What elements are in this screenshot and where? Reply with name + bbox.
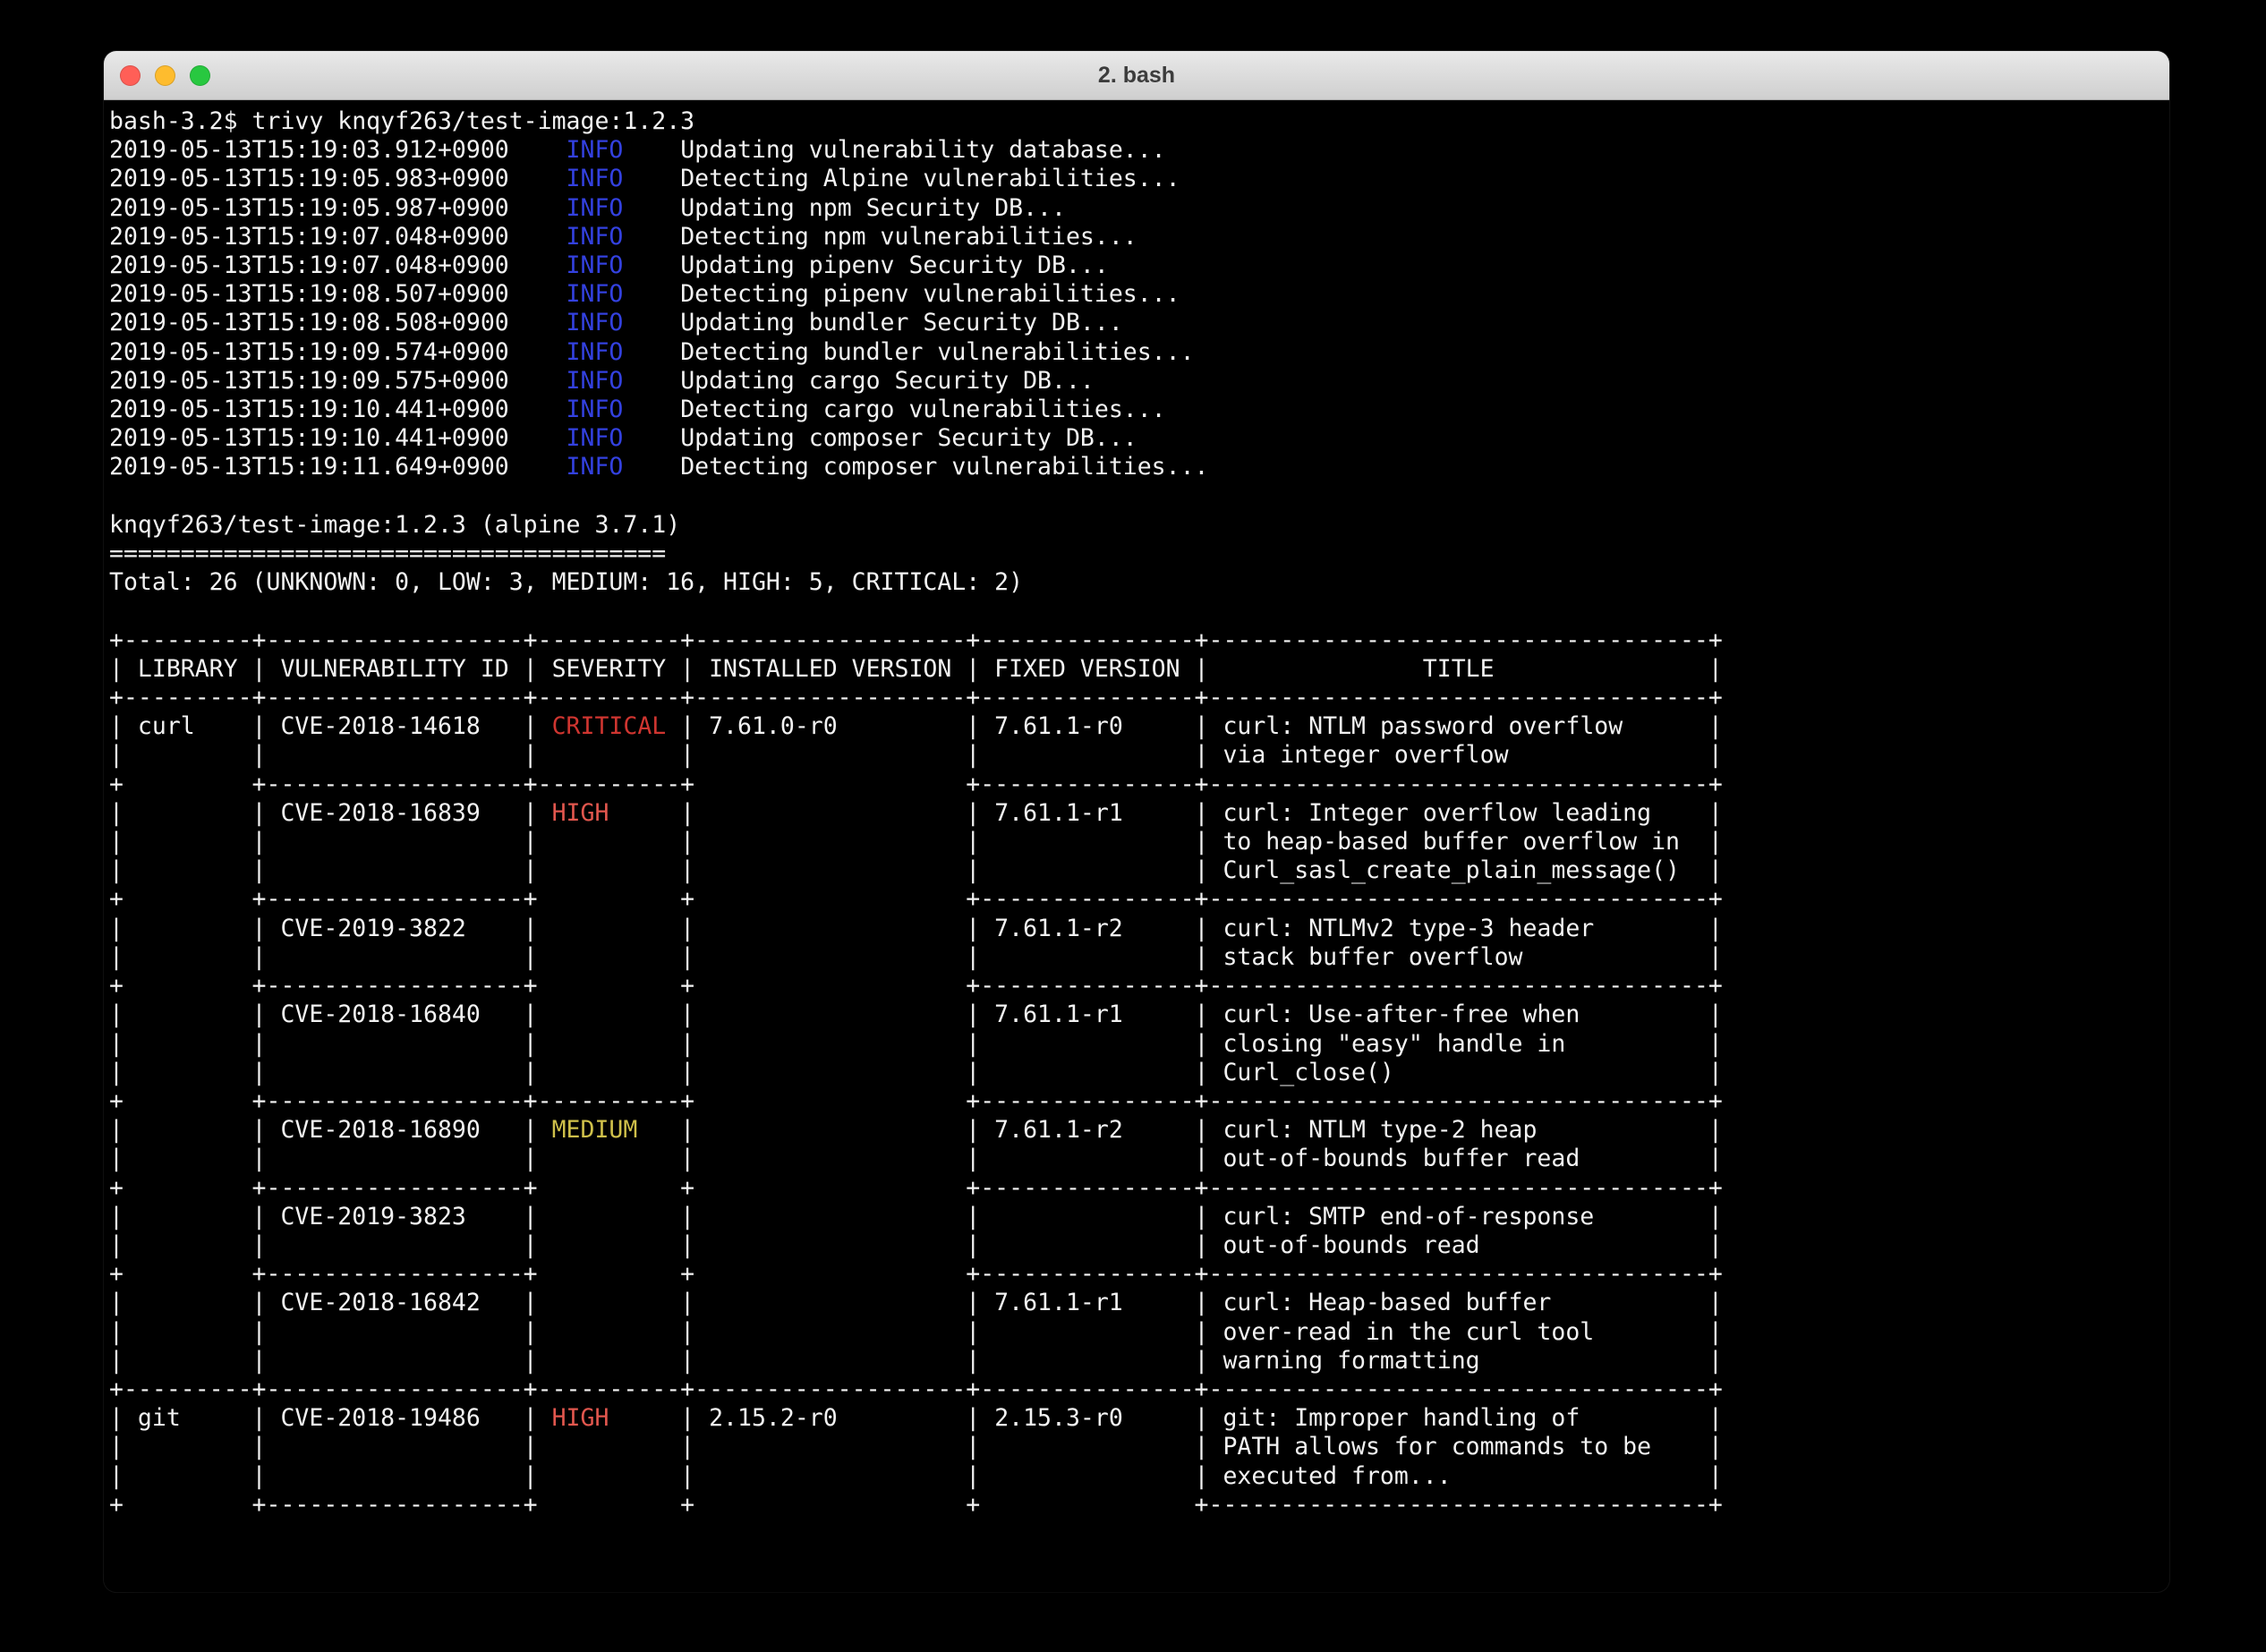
terminal-line: 2019-05-13T15:19:10.441+0900 INFO Updati…	[109, 424, 2164, 453]
terminal-line: 2019-05-13T15:19:07.048+0900 INFO Updati…	[109, 251, 2164, 280]
terminal-line: | | CVE-2019-3823 | | | | curl: SMTP end…	[109, 1203, 2164, 1231]
terminal-line: | | | | | | executed from... |	[109, 1462, 2164, 1491]
terminal-line: 2019-05-13T15:19:09.575+0900 INFO Updati…	[109, 367, 2164, 396]
minimize-button[interactable]	[155, 65, 175, 86]
traffic-lights	[120, 51, 210, 99]
terminal-line: | | | | | | via integer overflow |	[109, 741, 2164, 770]
terminal-line: knqyf263/test-image:1.2.3 (alpine 3.7.1)	[109, 511, 2164, 540]
terminal-line	[109, 597, 2164, 626]
terminal-line: 2019-05-13T15:19:05.987+0900 INFO Updati…	[109, 194, 2164, 223]
terminal-line: +---------+------------------+----------…	[109, 684, 2164, 712]
terminal-line: 2019-05-13T15:19:11.649+0900 INFO Detect…	[109, 453, 2164, 481]
terminal-line: | | CVE-2018-16839 | HIGH | | 7.61.1-r1 …	[109, 799, 2164, 828]
zoom-button[interactable]	[190, 65, 210, 86]
window-titlebar[interactable]: 2. bash	[104, 51, 2169, 100]
terminal-line: + +------------------+----------+ +-----…	[109, 771, 2164, 799]
terminal-line: | | CVE-2018-16842 | | | 7.61.1-r1 | cur…	[109, 1289, 2164, 1317]
terminal-line: Total: 26 (UNKNOWN: 0, LOW: 3, MEDIUM: 1…	[109, 568, 2164, 597]
terminal-line: | | | | | | out-of-bounds buffer read |	[109, 1145, 2164, 1173]
terminal-line: | | CVE-2018-16890 | MEDIUM | | 7.61.1-r…	[109, 1116, 2164, 1145]
terminal-line: +---------+------------------+----------…	[109, 626, 2164, 655]
terminal-line: | | | | | | over-read in the curl tool |	[109, 1318, 2164, 1347]
terminal-line: + +------------------+ + +--------------…	[109, 1260, 2164, 1289]
terminal-output[interactable]: bash-3.2$ trivy knqyf263/test-image:1.2.…	[104, 100, 2169, 1527]
terminal-line: + +------------------+ + +--------------…	[109, 1174, 2164, 1203]
terminal-line	[109, 482, 2164, 511]
terminal-line: 2019-05-13T15:19:05.983+0900 INFO Detect…	[109, 165, 2164, 193]
terminal-line: + +------------------+----------+ +-----…	[109, 1087, 2164, 1116]
terminal-line: + +------------------+ + +--------------…	[109, 885, 2164, 914]
terminal-line: | LIBRARY | VULNERABILITY ID | SEVERITY …	[109, 655, 2164, 684]
terminal-line: 2019-05-13T15:19:09.574+0900 INFO Detect…	[109, 338, 2164, 367]
terminal-line: | | | | | | Curl_close() |	[109, 1059, 2164, 1087]
terminal-line: | | CVE-2019-3822 | | | 7.61.1-r2 | curl…	[109, 915, 2164, 943]
window-title: 2. bash	[1098, 63, 1175, 89]
terminal-line: | | | | | | out-of-bounds read |	[109, 1231, 2164, 1260]
terminal-line: 2019-05-13T15:19:07.048+0900 INFO Detect…	[109, 223, 2164, 251]
terminal-line: | | | | | | warning formatting |	[109, 1347, 2164, 1375]
terminal-window: 2. bash bash-3.2$ trivy knqyf263/test-im…	[104, 51, 2169, 1592]
terminal-line: | git | CVE-2018-19486 | HIGH | 2.15.2-r…	[109, 1404, 2164, 1433]
terminal-line: | | | | | | Curl_sasl_create_plain_messa…	[109, 856, 2164, 885]
terminal-line: =======================================	[109, 540, 2164, 568]
terminal-line: | | | | | | PATH allows for commands to …	[109, 1433, 2164, 1461]
terminal-line: +---------+------------------+----------…	[109, 1375, 2164, 1404]
terminal-line: + +------------------+ + + +------------…	[109, 1491, 2164, 1520]
terminal-line: | curl | CVE-2018-14618 | CRITICAL | 7.6…	[109, 712, 2164, 741]
close-button[interactable]	[120, 65, 141, 86]
terminal-line: + +------------------+ + +--------------…	[109, 972, 2164, 1001]
terminal-line: 2019-05-13T15:19:08.507+0900 INFO Detect…	[109, 280, 2164, 309]
terminal-line: | | | | | | to heap-based buffer overflo…	[109, 828, 2164, 856]
terminal-line: 2019-05-13T15:19:10.441+0900 INFO Detect…	[109, 396, 2164, 424]
terminal-line: | | | | | | closing "easy" handle in |	[109, 1030, 2164, 1059]
terminal-line: | | | | | | stack buffer overflow |	[109, 943, 2164, 972]
terminal-line: bash-3.2$ trivy knqyf263/test-image:1.2.…	[109, 107, 2164, 136]
terminal-line: 2019-05-13T15:19:03.912+0900 INFO Updati…	[109, 136, 2164, 165]
terminal-line: 2019-05-13T15:19:08.508+0900 INFO Updati…	[109, 309, 2164, 337]
terminal-line: | | CVE-2018-16840 | | | 7.61.1-r1 | cur…	[109, 1001, 2164, 1029]
desktop-background: 2. bash bash-3.2$ trivy knqyf263/test-im…	[0, 0, 2266, 1652]
